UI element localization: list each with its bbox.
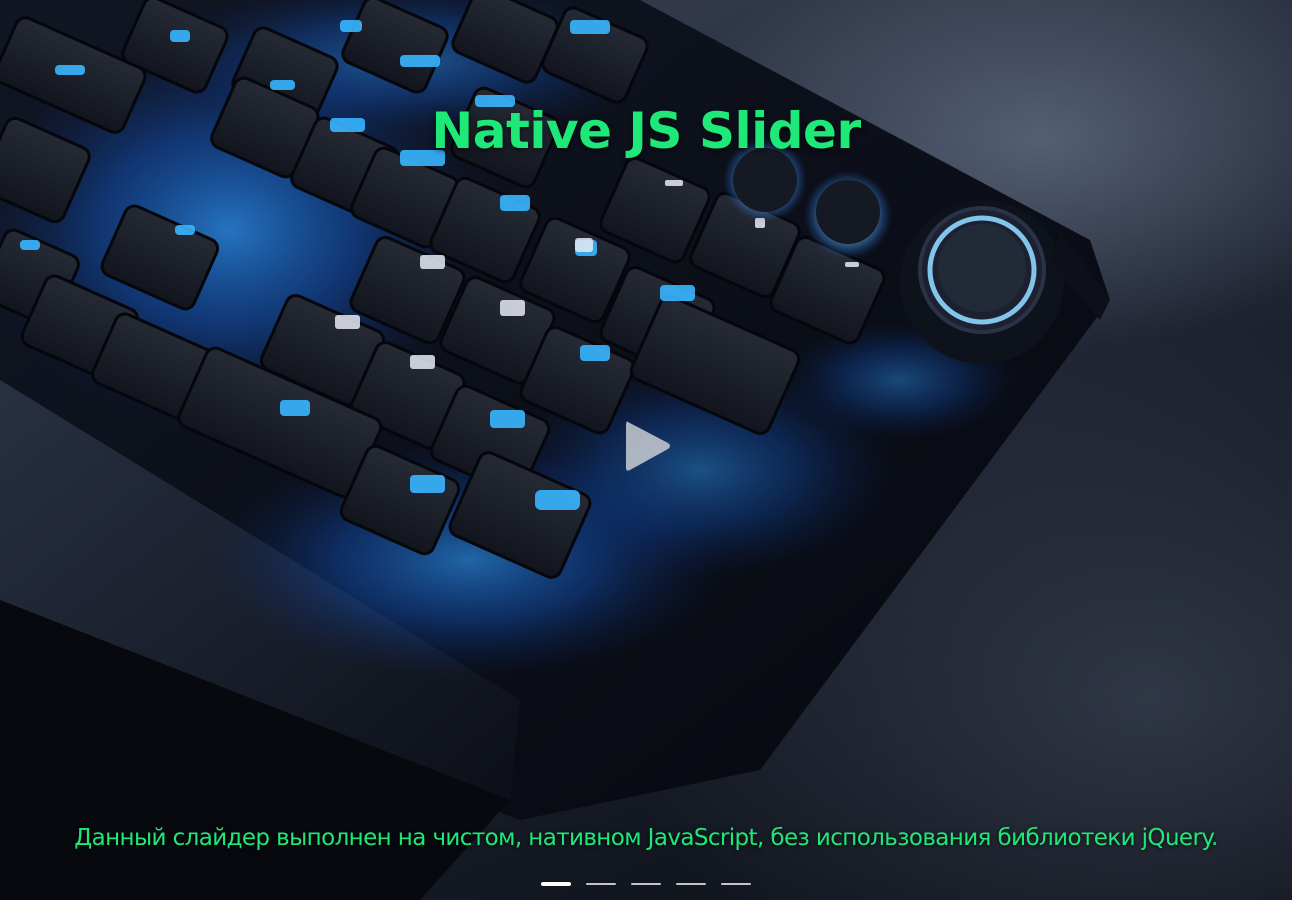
slide-caption: Данный слайдер выполнен на чистом, натив… (74, 825, 1218, 851)
slide-title: Native JS Slider (431, 102, 861, 160)
play-icon[interactable] (620, 418, 676, 474)
pagination-dot-2[interactable] (586, 878, 616, 892)
pagination-dot-5[interactable] (721, 878, 751, 892)
slider: Native JS Slider Данный слайдер выполнен… (0, 0, 1292, 900)
pagination-dot-4[interactable] (676, 878, 706, 892)
pagination-dot-3[interactable] (631, 878, 661, 892)
pagination-dot-1[interactable] (541, 878, 571, 892)
slider-pagination (0, 878, 1292, 892)
